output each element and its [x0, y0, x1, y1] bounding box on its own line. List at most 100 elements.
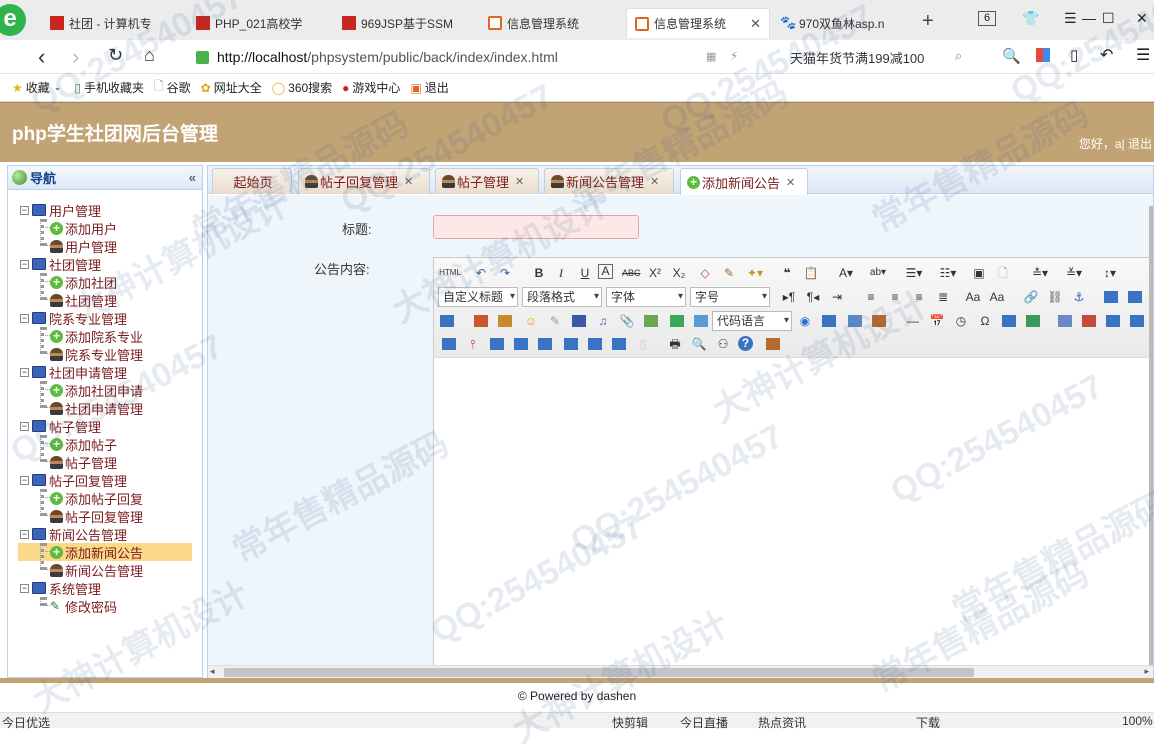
browser-tab-5-active[interactable]: 信息管理系统 ✕ [626, 8, 770, 38]
special-char-icon[interactable]: Ω [976, 312, 994, 330]
close-icon[interactable]: ✕ [515, 175, 524, 188]
map-icon[interactable] [642, 312, 660, 330]
uppercase-icon[interactable]: Aa [964, 288, 982, 306]
search-icon[interactable]: ⌕ [955, 48, 962, 64]
tab-post-manage[interactable]: 帖子管理 ✕ [435, 168, 539, 194]
merge-cells-icon[interactable] [512, 335, 530, 353]
font-color-icon[interactable]: A▾ [832, 264, 860, 282]
close-window-icon[interactable]: ✕ [1136, 10, 1148, 27]
sidebar-item[interactable]: + 添加新闻公告 [18, 543, 192, 561]
apps-grid-icon[interactable] [1036, 48, 1050, 62]
collapse-icon[interactable]: « [189, 170, 196, 185]
paste-text-icon[interactable]: 📋 [802, 264, 820, 282]
align-left-icon[interactable]: ≡ [862, 288, 880, 306]
auto-format-icon[interactable]: ✦▾ [746, 264, 764, 282]
collapse-toggle-icon[interactable]: − [20, 367, 29, 377]
align-right-icon[interactable]: ≡ [910, 288, 928, 306]
merge-right-icon[interactable] [536, 335, 554, 353]
sidebar-group[interactable]: − 帖子回复管理 [20, 471, 127, 489]
frame-icon[interactable] [692, 312, 710, 330]
drafts-icon[interactable] [764, 335, 782, 353]
qr-icon[interactable]: ▦ [706, 50, 716, 63]
bookmark-sites[interactable]: ✿ 网址大全 [201, 79, 262, 96]
close-icon[interactable]: ✕ [404, 175, 413, 188]
more-icon[interactable]: ☰ [1136, 45, 1150, 65]
sidebar-item[interactable]: 用户管理 [18, 237, 192, 255]
emotion-icon[interactable]: ☺ [522, 312, 540, 330]
sidebar-item[interactable]: 社团申请管理 [18, 399, 192, 417]
unordered-list-icon[interactable]: ☷▾ [934, 264, 962, 282]
horizontal-line-icon[interactable]: — [904, 312, 922, 330]
redo-icon[interactable]: ↷ [496, 264, 514, 282]
horizontal-scrollbar[interactable]: ◂ ▸ [208, 665, 1153, 678]
tab-add-news[interactable]: + 添加新闻公告 ✕ [680, 168, 808, 195]
insert-table-icon[interactable] [1056, 312, 1074, 330]
clear-doc-icon[interactable]: 🗋 [994, 264, 1012, 282]
print-icon[interactable]: 🖶 [666, 335, 684, 353]
collapse-toggle-icon[interactable]: − [20, 421, 29, 431]
sidebar-item[interactable]: ✎ 修改密码 [18, 597, 192, 615]
justify-icon[interactable]: ≣ [934, 288, 952, 306]
editor-content-area[interactable] [434, 359, 1152, 666]
format-brush-icon[interactable]: ✎ [720, 264, 738, 282]
background-icon[interactable] [870, 312, 888, 330]
refresh-icon[interactable]: ↻ [108, 45, 123, 66]
strikethrough-icon[interactable]: ABC [622, 264, 641, 282]
split-rows-icon[interactable] [610, 335, 628, 353]
subscript-icon[interactable]: X₂ [670, 264, 688, 282]
collapse-toggle-icon[interactable]: − [20, 529, 29, 539]
sidebar-item[interactable]: + 添加社团申请 [18, 381, 192, 399]
sidebar-item[interactable]: 社团管理 [18, 291, 192, 309]
minimize-icon[interactable]: — [1082, 10, 1096, 26]
status-live[interactable]: 今日直播 [680, 714, 728, 731]
italic-icon[interactable]: I [552, 264, 570, 282]
status-zoom[interactable]: 100% [1122, 714, 1153, 728]
sidebar-item[interactable]: 新闻公告管理 [18, 561, 192, 579]
new-tab-button[interactable]: + [922, 10, 934, 33]
split-cells-icon[interactable] [586, 335, 604, 353]
sidebar-item[interactable]: 院系专业管理 [18, 345, 192, 363]
browser-tab-3[interactable]: 969JSP基于SSM [334, 8, 474, 38]
eraser-icon[interactable]: ◇ [696, 264, 714, 282]
scroll-right-icon[interactable]: ▸ [1144, 666, 1149, 677]
music-icon[interactable]: ♫ [594, 312, 612, 330]
help-icon[interactable]: ? [738, 336, 753, 351]
sidebar-item[interactable]: + 添加用户 [18, 219, 192, 237]
sidebar-item[interactable]: 帖子回复管理 [18, 507, 192, 525]
font-select[interactable]: 字体 [606, 287, 686, 307]
page-break-icon[interactable] [820, 312, 838, 330]
snapscreen-icon[interactable] [1024, 312, 1042, 330]
browser-tab-1[interactable]: 社团 - 计算机专 [42, 8, 182, 38]
collapse-toggle-icon[interactable]: − [20, 259, 29, 269]
sidebar-group[interactable]: − 帖子管理 [20, 417, 101, 435]
superscript-icon[interactable]: X² [646, 264, 664, 282]
ltr-icon[interactable]: ▸¶ [780, 288, 798, 306]
sidebar-group[interactable]: − 用户管理 [20, 201, 101, 219]
scroll-left-icon[interactable]: ◂ [210, 666, 215, 677]
title-input[interactable] [433, 215, 639, 239]
code-language-select[interactable]: 代码语言 [712, 311, 792, 331]
insert-row-icon[interactable] [1128, 312, 1146, 330]
sidebar-item[interactable]: 帖子管理 [18, 453, 192, 471]
home-icon[interactable]: ⌂ [144, 45, 155, 66]
date-icon[interactable]: 📅 [928, 312, 946, 330]
ordered-list-icon[interactable]: ☰▾ [900, 264, 928, 282]
maximize-icon[interactable]: ☐ [1102, 10, 1115, 27]
bookmark-google[interactable]: 🗋 谷歌 [154, 77, 191, 98]
delete-row-icon[interactable] [440, 335, 458, 353]
browser-logo-icon[interactable]: e [0, 4, 26, 36]
sidebar-item[interactable]: + 添加院系专业 [18, 327, 192, 345]
image-center-icon[interactable] [438, 312, 456, 330]
status-download[interactable]: 下载 [916, 714, 940, 731]
bookmark-games[interactable]: ● 游戏中心 [342, 79, 400, 96]
preview-icon[interactable]: 🔍 [690, 335, 708, 353]
time-icon[interactable]: ◷ [952, 312, 970, 330]
menu-icon[interactable]: ☰ [1064, 10, 1077, 27]
search-replace-icon[interactable]: ⚇ [714, 335, 732, 353]
insert-col-icon[interactable]: ⫯ [464, 335, 482, 353]
bookmark-mobile[interactable]: ▯ 手机收藏夹 [74, 79, 144, 96]
status-left[interactable]: 今日优选 [2, 714, 50, 731]
collapse-toggle-icon[interactable]: − [20, 475, 29, 485]
template-icon[interactable] [846, 312, 864, 330]
scrawl-icon[interactable]: ✎ [546, 312, 564, 330]
